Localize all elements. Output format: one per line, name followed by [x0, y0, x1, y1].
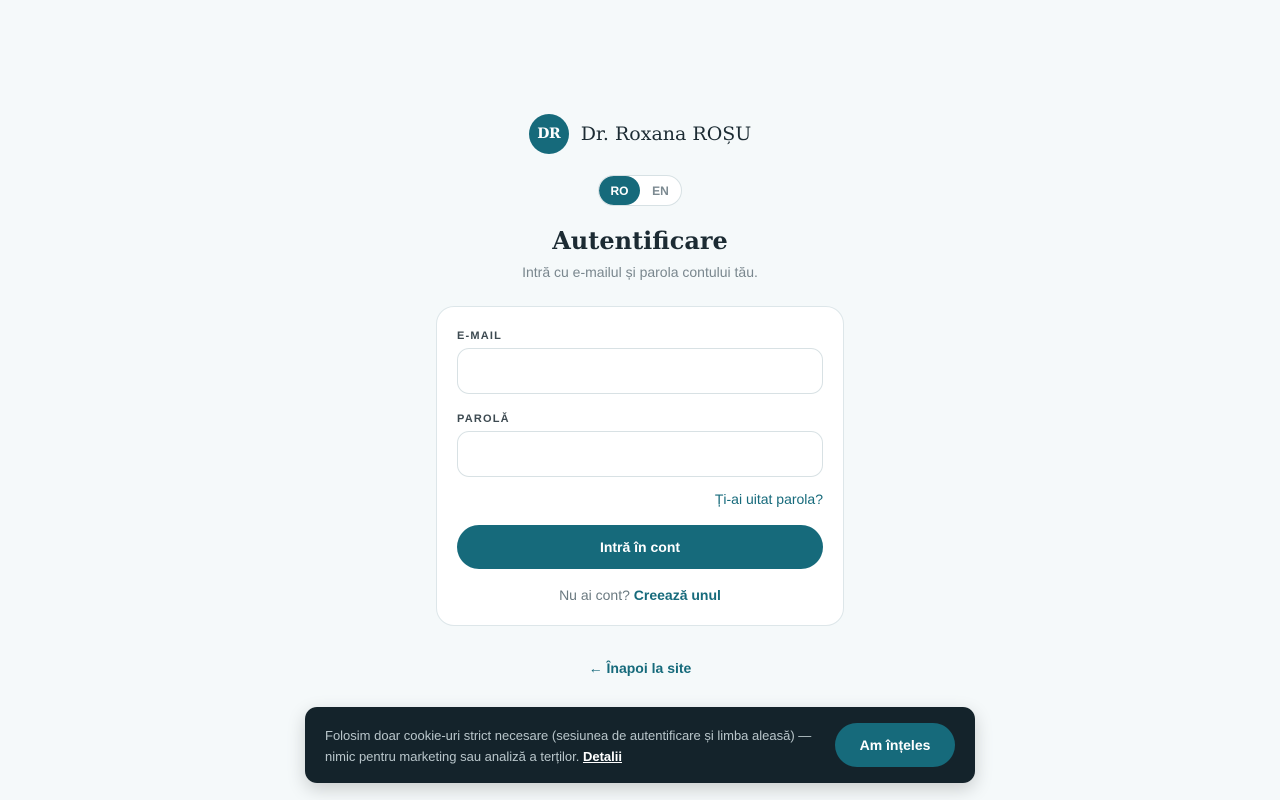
page-subtitle: Intră cu e-mailul și parola contului tău… — [522, 264, 758, 280]
cookie-details-link[interactable]: Detalii — [583, 749, 622, 764]
signup-prompt: Nu ai cont? Creează unul — [437, 587, 843, 603]
signup-prompt-text: Nu ai cont? — [559, 587, 630, 603]
cookie-text: Folosim doar cookie-uri strict necesare … — [325, 728, 812, 764]
brand-name: Dr. Roxana ROȘU — [580, 123, 752, 145]
signup-link[interactable]: Creează unul — [634, 587, 721, 603]
cookie-accept-button[interactable]: Am înțeles — [835, 723, 955, 767]
back-to-site: ← Înapoi la site — [0, 660, 1280, 676]
cookie-banner: Folosim doar cookie-uri strict necesare … — [305, 707, 975, 783]
language-option-ro[interactable]: RO — [599, 176, 640, 205]
cookie-message: Folosim doar cookie-uri strict necesare … — [325, 725, 825, 767]
email-label: E-MAIL — [457, 330, 503, 342]
language-option-en[interactable]: EN — [640, 176, 681, 205]
page-title: Autentificare — [552, 226, 728, 255]
login-card: E-MAIL PAROLĂ Ți-ai uitat parola? Intră … — [436, 306, 844, 626]
login-button[interactable]: Intră în cont — [457, 525, 823, 569]
password-label: PAROLĂ — [457, 413, 510, 425]
forgot-password-link[interactable]: Ți-ai uitat parola? — [715, 491, 823, 507]
avatar: DR — [528, 114, 569, 154]
brand: DR Dr. Roxana ROȘU — [0, 114, 1280, 154]
back-to-site-link[interactable]: ← Înapoi la site — [589, 660, 692, 676]
password-field[interactable] — [457, 431, 823, 477]
email-field[interactable] — [457, 348, 823, 394]
language-toggle: RO EN — [598, 175, 682, 206]
